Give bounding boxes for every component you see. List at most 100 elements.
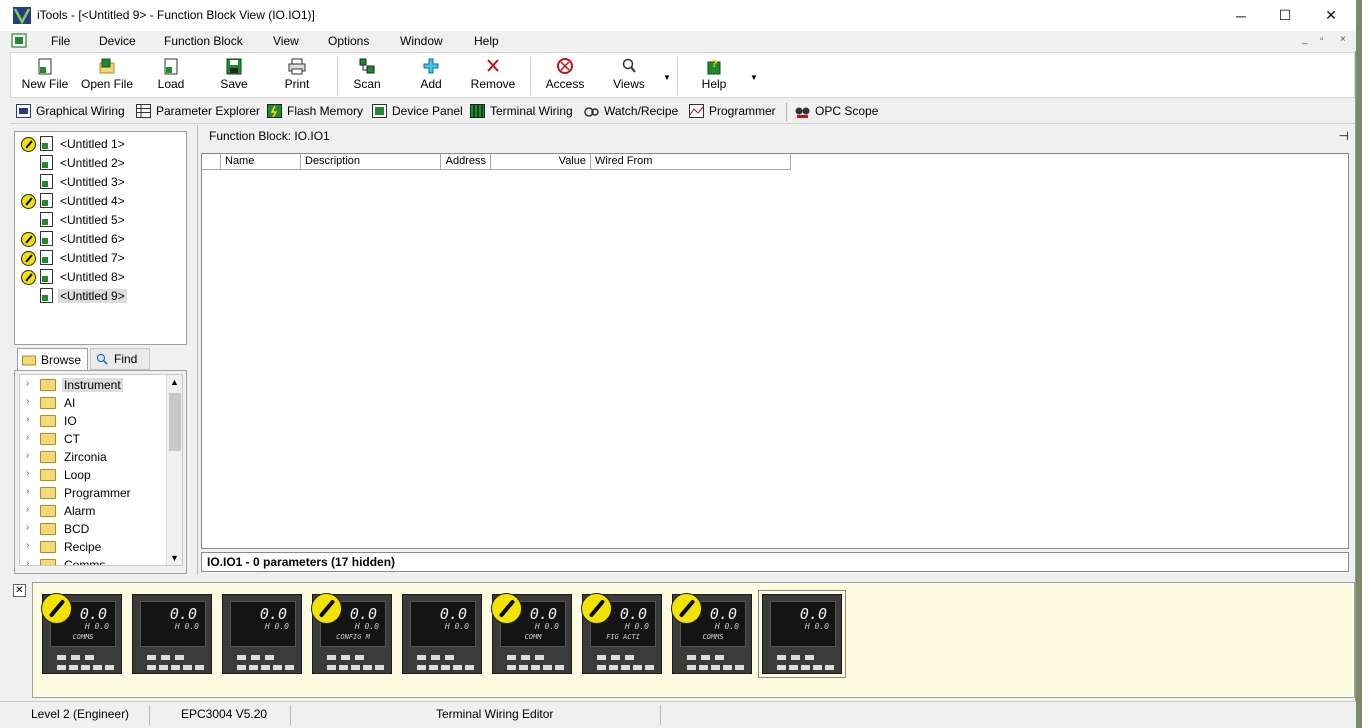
device-tree-item[interactable]: <Untitled 6> [15,229,185,248]
browse-tree-item[interactable]: › IO [20,412,168,430]
expand-chevron-icon[interactable]: › [26,468,29,479]
column-header-address[interactable]: Address [441,154,491,170]
browse-tree-item[interactable]: › Alarm [20,502,168,520]
instrument-key [147,655,156,660]
instrument-panel[interactable]: 0.0 H 0.0 FIG ACTI [581,593,662,674]
save-button[interactable]: Save [212,57,256,95]
instrument-panel[interactable]: 0.0 H 0.0 COMM [491,593,572,674]
expand-chevron-icon[interactable]: › [26,540,29,551]
instrument-key [699,665,708,670]
menu-help[interactable]: Help [474,34,499,48]
tab-browse[interactable]: Browse [17,348,88,370]
column-header-name[interactable]: Name [221,154,301,170]
browse-tree-item[interactable]: › Comms [20,556,168,565]
terminal-wiring-button[interactable]: Terminal Wiring [470,104,573,118]
instrument-key [645,665,654,670]
new-file-button[interactable]: New File [19,57,71,95]
mdi-close-button[interactable]: × [1340,34,1346,45]
help-button[interactable]: ? Help [692,57,736,95]
help-dropdown-arrow-icon[interactable]: ▼ [750,73,758,82]
views-button[interactable]: Views [607,57,651,95]
opc-scope-button[interactable]: OPC Scope [795,104,878,118]
add-button[interactable]: Add [409,57,453,95]
browse-tree-item[interactable]: › Instrument [20,376,168,394]
remove-button[interactable]: Remove [468,57,518,95]
mdi-restore-button[interactable]: ▫ [1320,34,1324,45]
menu-window[interactable]: Window [400,34,443,48]
load-button[interactable]: Load [149,57,193,95]
device-panel-button[interactable]: Device Panel [372,104,463,118]
column-header-description[interactable]: Description [301,154,441,170]
instrument-panel[interactable]: 0.0 H 0.0 [222,594,302,674]
flash-memory-button[interactable]: Flash Memory [267,104,363,118]
strip-close-button[interactable]: ✕ [13,584,26,597]
browse-scrollbar[interactable]: ▲ ▼ [166,375,182,565]
column-header-value[interactable]: Value [491,154,591,170]
pane-divider[interactable] [197,125,198,575]
instrument-key [465,665,474,670]
instrument-panel[interactable]: 0.0 H 0.0 [132,594,212,674]
view-bar: Graphical Wiring Parameter Explorer Flas… [10,100,1355,124]
device-tree-item[interactable]: <Untitled 3> [15,172,185,191]
programmer-button[interactable]: Programmer [689,104,776,118]
expand-chevron-icon[interactable]: › [26,396,29,407]
tab-browse-label: Browse [41,352,82,367]
browse-tree-item[interactable]: › AI [20,394,168,412]
expand-chevron-icon[interactable]: › [26,432,29,443]
print-button[interactable]: Print [275,57,319,95]
scroll-down-icon[interactable]: ▼ [170,553,179,563]
expand-chevron-icon[interactable]: › [26,504,29,515]
document-menu-icon[interactable] [11,33,27,48]
watch-recipe-button[interactable]: Watch/Recipe [584,104,678,118]
device-tree-item[interactable]: <Untitled 2> [15,153,185,172]
open-file-button[interactable]: Open File [79,57,135,95]
column-header-wired-from[interactable]: Wired From [591,154,791,170]
expand-chevron-icon[interactable]: › [26,414,29,425]
scroll-thumb[interactable] [169,393,181,451]
device-tree-item[interactable]: <Untitled 9> [15,286,185,305]
instrument-panel[interactable]: 0.0 H 0.0 CONFIG M [311,593,392,674]
views-dropdown-arrow-icon[interactable]: ▼ [663,73,671,82]
instrument-panel[interactable]: 0.0 H 0.0 COMMS [671,593,752,674]
instrument-panel[interactable]: 0.0 H 0.0 [758,590,846,678]
instrument-panel[interactable]: 0.0 H 0.0 COMMS [41,593,122,674]
close-button[interactable]: ✕ [1308,0,1354,31]
browse-tree-item[interactable]: › CT [20,430,168,448]
access-button[interactable]: Access [540,57,590,95]
instrument-panel[interactable]: 0.0 H 0.0 [402,594,482,674]
expand-chevron-icon[interactable]: › [26,378,29,389]
menu-view[interactable]: View [273,34,299,48]
graphical-wiring-button[interactable]: Graphical Wiring [16,104,125,118]
device-tree-item[interactable]: <Untitled 8> [15,267,185,286]
browse-tree-item[interactable]: › Programmer [20,484,168,502]
scroll-up-icon[interactable]: ▲ [170,377,179,387]
pin-icon[interactable]: ⊣ [1339,129,1349,143]
browse-tree-item[interactable]: › Zirconia [20,448,168,466]
minimize-button[interactable]: ─ [1218,0,1264,31]
expand-chevron-icon[interactable]: › [26,450,29,461]
browse-tree-item[interactable]: › BCD [20,520,168,538]
expand-chevron-icon[interactable]: › [26,486,29,497]
browse-tree-item[interactable]: › Loop [20,466,168,484]
wrench-icon [581,593,612,624]
menu-function-block[interactable]: Function Block [164,34,243,48]
menu-options[interactable]: Options [328,34,369,48]
tab-find[interactable]: Find [90,348,150,370]
expand-chevron-icon[interactable]: › [26,558,29,565]
mdi-minimize-button[interactable]: _ [1302,34,1308,45]
column-header-selector[interactable] [202,154,221,170]
menu-device[interactable]: Device [99,34,136,48]
instrument-key [791,655,800,660]
maximize-button[interactable]: ☐ [1262,0,1308,31]
device-tree-item[interactable]: <Untitled 1> [15,134,185,153]
browse-tree-item[interactable]: › Recipe [20,538,168,556]
parameter-explorer-button[interactable]: Parameter Explorer [136,104,260,118]
parameter-grid[interactable]: Name Description Address Value Wired Fro… [201,153,1349,549]
device-tree-item[interactable]: <Untitled 7> [15,248,185,267]
menu-file[interactable]: File [51,34,70,48]
expand-chevron-icon[interactable]: › [26,522,29,533]
device-tree-item[interactable]: <Untitled 5> [15,210,185,229]
scan-button[interactable]: Scan [345,57,389,95]
device-tree-item[interactable]: <Untitled 4> [15,191,185,210]
instrument-key [81,665,90,670]
